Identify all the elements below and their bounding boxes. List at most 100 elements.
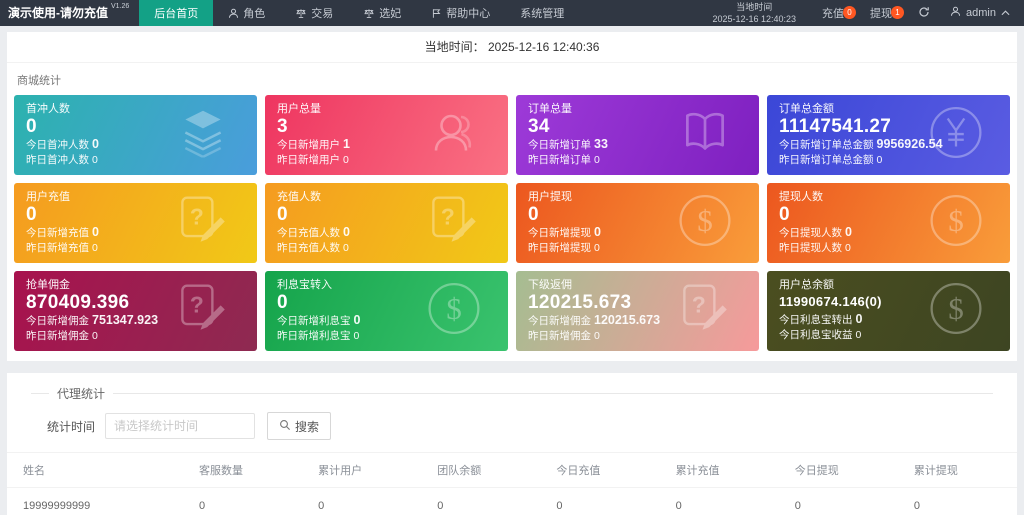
table-header-cell: 今日充值 xyxy=(540,452,660,488)
svg-text:?: ? xyxy=(692,292,706,318)
agent-table-body: 19999999999 0 0 0 0 0 0 0 xyxy=(7,487,1017,515)
dollar-icon: $ xyxy=(426,281,482,342)
dollar-icon: $ xyxy=(928,193,984,254)
agent-filter-row: 统计时间 搜索 xyxy=(47,412,993,440)
question-doc-icon: ? xyxy=(422,193,482,254)
table-header-cell: 累计用户 xyxy=(302,452,422,488)
chevron-up-icon xyxy=(1001,7,1010,19)
book-icon xyxy=(677,108,733,163)
nav-item-label: 系统管理 xyxy=(520,8,565,20)
table-cell: 0 xyxy=(183,487,303,515)
agent-table: 姓名 客服数量 累计用户 团队余额 今日充值 累计充值 今日提现 累计提现 199999999… xyxy=(7,452,1017,515)
nav-item-label: 帮助中心 xyxy=(446,8,491,20)
question-doc-icon: ? xyxy=(171,193,231,254)
withdraw-notice-button[interactable]: 提现 1 xyxy=(860,5,908,21)
dollar-icon: $ xyxy=(677,193,733,254)
nav-item-help-center[interactable]: 帮助中心 xyxy=(416,0,505,26)
svg-text:?: ? xyxy=(441,204,455,230)
svg-text:?: ? xyxy=(190,204,204,230)
table-header-cell: 团队余额 xyxy=(421,452,541,488)
navbar-right: 当地时间 2025-12-16 12:40:23 充值 0 提现 1 admin xyxy=(696,0,1024,26)
scales-icon xyxy=(295,8,307,19)
svg-text:$: $ xyxy=(446,291,462,326)
svg-text:$: $ xyxy=(948,291,964,326)
table-header-cell: 姓名 xyxy=(7,452,183,488)
yen-icon xyxy=(928,105,984,166)
stats-section-title: 商城统计 xyxy=(17,75,61,87)
table-cell: 0 xyxy=(778,487,898,515)
stat-card: 提现人数 0 今日提现人数 0 昨日提现人数 0 $ xyxy=(767,183,1010,263)
agent-legend: 代理统计 xyxy=(57,387,106,401)
nav-item-label: 角色 xyxy=(243,8,266,20)
search-button[interactable]: 搜索 xyxy=(267,412,332,440)
version-label: V1.26 xyxy=(111,3,130,10)
stat-time-label: 统计时间 xyxy=(47,419,96,434)
nav-item-trade[interactable]: 交易 xyxy=(280,0,348,26)
svg-text:?: ? xyxy=(190,292,204,318)
nav-item-label: 后台首页 xyxy=(154,8,199,20)
admin-username: admin xyxy=(966,7,996,19)
recharge-badge: 0 xyxy=(843,6,857,19)
nav-item-select[interactable]: 选妃 xyxy=(348,0,416,26)
refresh-icon xyxy=(918,6,930,21)
stat-card: 用户充值 0 今日新增充值 0 昨日新增充值 0 ? xyxy=(14,183,257,263)
svg-text:$: $ xyxy=(948,203,964,238)
withdraw-label: 提现 xyxy=(870,8,893,20)
table-cell: 0 xyxy=(421,487,541,515)
table-row: 19999999999 0 0 0 0 0 0 0 xyxy=(7,487,1017,515)
nav-item-role[interactable]: 角色 xyxy=(213,0,280,26)
stat-card: 订单总金额 11147541.27 今日新增订单总金额 9956926.54 昨日… xyxy=(767,95,1010,175)
current-time-value: 2025-12-16 12:40:36 xyxy=(487,40,600,54)
stats-panel: 当地时间： 2025-12-16 12:40:36 商城统计 首冲人数 0 今日… xyxy=(7,32,1017,361)
top-navbar: 演示使用-请勿充值 V1.26 后台首页 角色 交易 选妃 帮助中心 系统管理 … xyxy=(0,0,1024,26)
agent-table-header-row: 姓名 客服数量 累计用户 团队余额 今日充值 累计充值 今日提现 累计提现 xyxy=(7,452,1017,488)
local-time-label: 当地时间 xyxy=(736,2,773,12)
user-icon xyxy=(950,6,961,20)
stats-grid: 首冲人数 0 今日首冲人数 0 昨日首冲人数 0 用户总量 3 今日新增用户 1 昨日… xyxy=(7,95,1017,361)
table-cell: 0 xyxy=(302,487,422,515)
flag-icon xyxy=(431,8,442,19)
dollar-icon: $ xyxy=(928,281,984,342)
nav-item-label: 交易 xyxy=(311,8,334,20)
stat-card: 下级返佣 120215.673 今日新增佣金 120215.673 昨日新增佣金 0… xyxy=(516,271,759,351)
user-icon xyxy=(228,8,239,19)
scales-icon xyxy=(363,8,375,19)
admin-user-menu[interactable]: admin xyxy=(940,6,1024,20)
brand: 演示使用-请勿充值 V1.26 xyxy=(0,0,139,26)
brand-title: 演示使用-请勿充值 xyxy=(8,6,108,20)
agent-fieldset: 代理统计 xyxy=(31,385,993,402)
stat-card: 抢单佣金 870409.396 今日新增佣金 751347.923 昨日新增佣金 0… xyxy=(14,271,257,351)
nav-item-system[interactable]: 系统管理 xyxy=(505,0,579,26)
local-time-value: 2025-12-16 12:40:23 xyxy=(712,14,797,24)
stat-card: 利息宝转入 0 今日新增利息宝 0 昨日新增利息宝 0 $ xyxy=(265,271,508,351)
refresh-button[interactable] xyxy=(908,6,940,21)
current-time-bar: 当地时间： 2025-12-16 12:40:36 xyxy=(7,32,1017,63)
layers-icon xyxy=(175,108,231,163)
withdraw-badge: 1 xyxy=(891,6,905,19)
stat-card: 充值人数 0 今日充值人数 0 昨日充值人数 0 ? xyxy=(265,183,508,263)
stat-card: 首冲人数 0 今日首冲人数 0 昨日首冲人数 0 xyxy=(14,95,257,175)
table-cell: 0 xyxy=(659,487,779,515)
search-button-label: 搜索 xyxy=(295,419,320,434)
search-icon xyxy=(279,419,291,434)
table-cell: 0 xyxy=(540,487,660,515)
stat-time-input[interactable] xyxy=(105,413,256,439)
stat-card: 用户总量 3 今日新增用户 1 昨日新增用户 0 xyxy=(265,95,508,175)
svg-text:$: $ xyxy=(697,203,713,238)
table-header-cell: 客服数量 xyxy=(183,452,303,488)
question-doc-icon: ? xyxy=(673,281,733,342)
nav-item-home[interactable]: 后台首页 xyxy=(139,0,214,26)
users-icon xyxy=(426,106,482,165)
local-time-block: 当地时间 2025-12-16 12:40:23 xyxy=(696,1,812,25)
stat-card: 用户提现 0 今日新增提现 0 昨日新增提现 0 $ xyxy=(516,183,759,263)
question-doc-icon: ? xyxy=(171,281,231,342)
recharge-label: 充值 xyxy=(822,8,845,20)
recharge-notice-button[interactable]: 充值 0 xyxy=(812,5,860,21)
table-header-cell: 累计充值 xyxy=(659,452,779,488)
table-header-cell: 今日提现 xyxy=(778,452,898,488)
nav-item-label: 选妃 xyxy=(379,8,402,20)
stat-card: 订单总量 34 今日新增订单 33 昨日新增订单 0 xyxy=(516,95,759,175)
current-time-label: 当地时间： xyxy=(424,40,485,54)
table-cell: 19999999999 xyxy=(7,487,183,515)
table-cell: 0 xyxy=(897,487,1017,515)
